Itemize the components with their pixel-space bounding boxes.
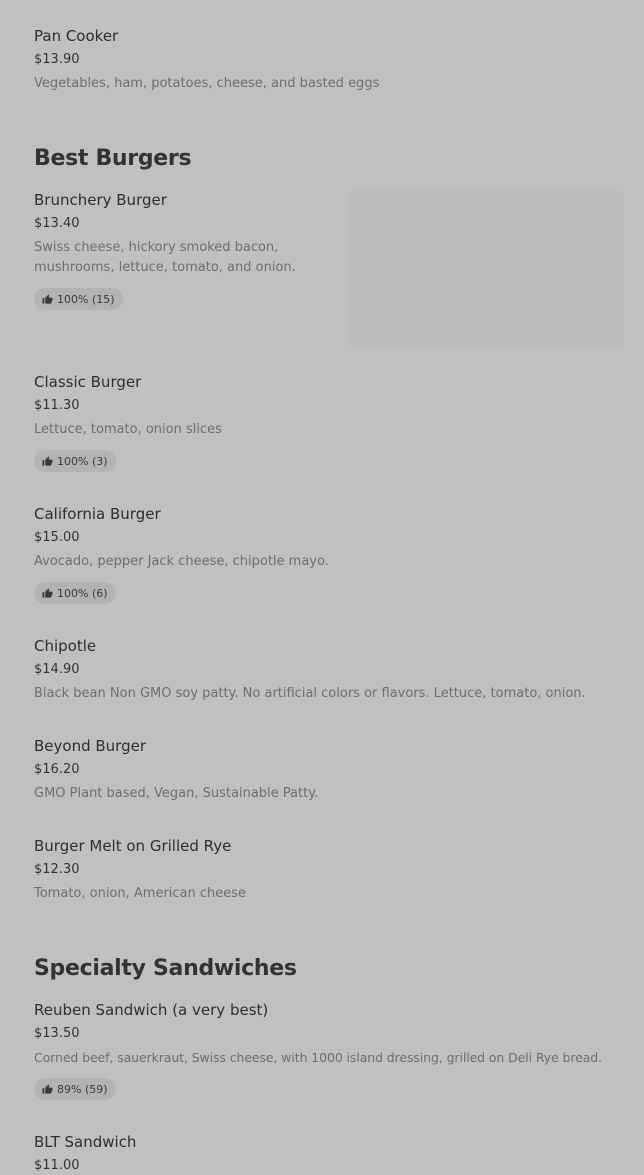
thumbs-up-icon <box>42 455 53 466</box>
item-name: Classic Burger <box>34 373 142 391</box>
rating-text: 100% (6) <box>57 586 108 600</box>
item-description: Tomato, onion, American cheese <box>34 886 247 901</box>
item-description: Swiss cheese, hickory smoked bacon, mush… <box>34 240 296 275</box>
item-name: Chipotle <box>34 637 97 655</box>
item-price: $16.20 <box>34 762 80 777</box>
item-description: GMO Plant based, Vegan, Sustainable Patt… <box>34 786 319 801</box>
section-title-specialty-sandwiches: Specialty Sandwiches <box>34 956 297 981</box>
rating-text: 89% (59) <box>57 1082 108 1096</box>
item-price: $13.40 <box>34 216 80 231</box>
rating-text: 100% (15) <box>57 292 115 306</box>
menu-item-blt-sandwich[interactable]: BLT Sandwich $11.00 <box>34 1132 136 1175</box>
menu-item-burger-melt[interactable]: Burger Melt on Grilled Rye $12.30 Tomato… <box>34 836 246 904</box>
item-description: Lettuce, tomato, onion slices <box>34 422 222 437</box>
menu-item-reuben-sandwich[interactable]: Reuben Sandwich (a very best) $13.50 Cor… <box>34 1000 602 1100</box>
menu-item-classic-burger[interactable]: Classic Burger $11.30 Lettuce, tomato, o… <box>34 372 222 472</box>
item-name: California Burger <box>34 505 161 523</box>
item-price: $13.50 <box>34 1026 80 1041</box>
brunchery-burger-image[interactable] <box>348 190 624 348</box>
item-name: Burger Melt on Grilled Rye <box>34 837 232 855</box>
menu-item-pan-cooker[interactable]: Pan Cooker $13.90 Vegetables, ham, potat… <box>34 26 379 94</box>
item-price: $12.30 <box>34 862 80 877</box>
menu-item-beyond-burger[interactable]: Beyond Burger $16.20 GMO Plant based, Ve… <box>34 736 318 804</box>
item-price: $14.90 <box>34 662 80 677</box>
menu-item-brunchery-burger[interactable]: Brunchery Burger $13.40 Swiss cheese, hi… <box>34 190 324 310</box>
item-name: Reuben Sandwich (a very best) <box>34 1001 269 1019</box>
thumbs-up-icon <box>42 587 53 598</box>
thumbs-up-icon <box>42 293 53 304</box>
item-price: $13.90 <box>34 52 80 67</box>
item-name: BLT Sandwich <box>34 1133 137 1151</box>
item-description: Corned beef, sauerkraut, Swiss cheese, w… <box>34 1050 602 1065</box>
rating-badge: 100% (15) <box>34 288 123 310</box>
thumbs-up-icon <box>42 1083 53 1094</box>
item-name: Pan Cooker <box>34 27 119 45</box>
item-description: Black bean Non GMO soy patty. No artific… <box>34 686 586 701</box>
section-title-best-burgers: Best Burgers <box>34 146 192 171</box>
rating-badge: 100% (6) <box>34 582 116 604</box>
menu-item-chipotle[interactable]: Chipotle $14.90 Black bean Non GMO soy p… <box>34 636 586 704</box>
rating-badge: 100% (3) <box>34 450 116 472</box>
item-price: $11.30 <box>34 398 80 413</box>
menu-item-california-burger[interactable]: California Burger $15.00 Avocado, pepper… <box>34 504 329 604</box>
rating-badge: 89% (59) <box>34 1078 116 1100</box>
item-price: $15.00 <box>34 530 80 545</box>
item-description: Avocado, pepper Jack cheese, chipotle ma… <box>34 554 329 569</box>
rating-text: 100% (3) <box>57 454 108 468</box>
item-name: Brunchery Burger <box>34 191 167 209</box>
item-price: $11.00 <box>34 1158 80 1173</box>
item-description: Vegetables, ham, potatoes, cheese, and b… <box>34 76 380 91</box>
item-name: Beyond Burger <box>34 737 146 755</box>
